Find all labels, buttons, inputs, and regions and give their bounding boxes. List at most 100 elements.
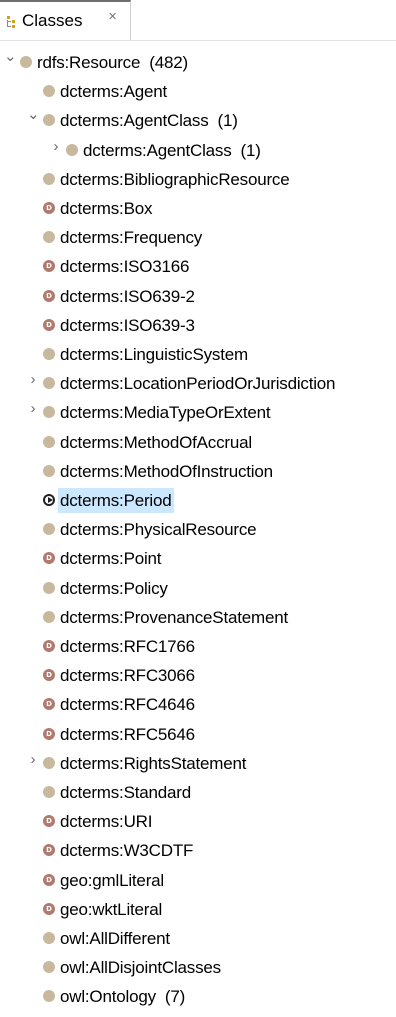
class-icon	[43, 581, 55, 594]
datatype-icon: D	[43, 727, 55, 740]
tree-item[interactable]: Ddcterms:ISO639-2	[0, 282, 396, 311]
classes-hierarchy-icon	[7, 16, 15, 28]
tree-item-label: dcterms:Point	[60, 549, 162, 569]
tree-item[interactable]: dcterms:Frequency	[0, 223, 396, 252]
tree-item[interactable]: ⌄ dcterms:AgentClass (1)	[0, 106, 396, 135]
chevron-down-icon[interactable]: ⌄	[27, 107, 40, 122]
tree-item-label: dcterms:ISO639-3	[60, 315, 195, 335]
tree-item-label: dcterms:Policy	[60, 578, 168, 598]
chevron-right-icon[interactable]: ›	[27, 372, 39, 387]
tree-item-label: rdfs:Resource (482)	[37, 53, 188, 72]
tree-item-label: dcterms:LinguisticSystem	[60, 345, 248, 364]
tree-item-label: owl:AllDisjointClasses	[60, 958, 221, 978]
datatype-icon: D	[43, 260, 55, 273]
tree-item[interactable]: owl:AllDifferent	[0, 924, 396, 953]
tree-item-label: dcterms:MethodOfInstruction	[60, 461, 273, 481]
chevron-right-icon[interactable]: ›	[27, 752, 39, 767]
tree-item[interactable]: Ddcterms:ISO639-3	[0, 311, 396, 340]
class-icon	[43, 406, 55, 419]
tree-item[interactable]: Ddcterms:RFC4646	[0, 690, 396, 719]
tree-item-label: dcterms:BibliographicResource	[60, 169, 290, 189]
tree-item[interactable]: Ddcterms:RFC3066	[0, 661, 396, 690]
class-icon	[43, 85, 55, 98]
datatype-icon: D	[43, 902, 55, 915]
datatype-icon: D	[43, 815, 55, 828]
tree-item-label: dcterms:Box	[60, 199, 153, 218]
tree-item[interactable]: › dcterms:RightsStatement	[0, 749, 396, 778]
tree-item-label: dcterms:Frequency	[60, 228, 203, 248]
tree-item[interactable]: owl:AllDisjointClasses	[0, 953, 396, 982]
tree-item[interactable]: Dgeo:wktLiteral	[0, 895, 396, 924]
tree-item[interactable]: Dgeo:gmlLiteral	[0, 866, 396, 895]
tree-item-label: dcterms:MethodOfAccrual	[60, 432, 252, 452]
tree-item[interactable]: Ddcterms:RFC5646	[0, 720, 396, 749]
chevron-right-icon[interactable]: ›	[27, 401, 39, 416]
datatype-icon: D	[43, 844, 55, 857]
class-icon	[43, 756, 55, 769]
class-icon	[43, 932, 55, 944]
tree-item-label: dcterms:ProvenanceStatement	[60, 607, 288, 627]
tab-title: Classes	[22, 11, 83, 30]
selected-class-icon	[43, 494, 55, 506]
datatype-icon: D	[43, 698, 55, 711]
tree-item[interactable]: › dcterms:LocationPeriodOrJurisdiction	[0, 369, 396, 398]
tree-item[interactable]: ⌄ rdfs:Resource (482)	[0, 48, 396, 77]
tree-item[interactable]: dcterms:Period	[0, 486, 396, 515]
tree-item-label: owl:Ontology (7)	[60, 987, 186, 1007]
datatype-icon: D	[43, 202, 55, 214]
class-icon	[43, 435, 55, 448]
tree-item[interactable]: dcterms:PhysicalResource	[0, 515, 396, 544]
class-icon	[43, 610, 55, 623]
tree-item[interactable]: Ddcterms:ISO3166	[0, 252, 396, 281]
tree-item-label: dcterms:AgentClass (1)	[83, 140, 261, 160]
tree-item-label: geo:wktLiteral	[60, 899, 163, 919]
tree-item[interactable]: › dcterms:MediaTypeOrExtent	[0, 398, 396, 427]
tree-item[interactable]: dcterms:MethodOfAccrual	[0, 428, 396, 457]
tree-item-label: dcterms:PhysicalResource	[60, 520, 257, 540]
tree-item[interactable]: Ddcterms:W3CDTF	[0, 836, 396, 865]
class-icon	[43, 114, 55, 127]
tree-item[interactable]: Ddcterms:RFC1766	[0, 632, 396, 661]
datatype-icon: D	[43, 669, 55, 682]
tree-item-label: dcterms:W3CDTF	[60, 841, 194, 861]
tree-item[interactable]: Ddcterms:Point	[0, 544, 396, 573]
tree-item-label: dcterms:ISO639-2	[60, 286, 195, 306]
class-icon	[43, 961, 55, 974]
tree-item[interactable]: › dcterms:AgentClass (1)	[0, 136, 396, 165]
tree-item-label: dcterms:RFC5646	[60, 724, 195, 744]
tree-item[interactable]: dcterms:Policy	[0, 574, 396, 603]
tree-item-label: dcterms:RFC3066	[60, 666, 195, 686]
tree-item[interactable]: owl:Ontology (7)	[0, 982, 396, 1011]
datatype-icon: D	[43, 289, 55, 302]
tree-item[interactable]: dcterms:LinguisticSystem	[0, 340, 396, 369]
class-icon	[43, 377, 55, 390]
tree-item[interactable]: dcterms:ProvenanceStatement	[0, 603, 396, 632]
tree-item-label: owl:AllDifferent	[60, 929, 170, 948]
tree-item-label: dcterms:Period	[58, 488, 174, 513]
close-icon[interactable]: ✕	[108, 10, 117, 24]
chevron-down-icon[interactable]: ⌄	[4, 49, 17, 64]
tab-classes[interactable]: Classes ✕	[0, 0, 131, 40]
class-icon	[43, 464, 55, 477]
tree-item[interactable]: dcterms:Agent	[0, 77, 396, 106]
class-icon	[43, 990, 55, 1003]
tree-item-label: dcterms:RightsStatement	[60, 753, 247, 773]
tree-item[interactable]: dcterms:MethodOfInstruction	[0, 457, 396, 486]
tree-item-label: dcterms:URI	[60, 812, 153, 832]
class-icon	[20, 56, 32, 68]
view-header: Classes ✕	[0, 0, 396, 41]
tree-item[interactable]: Ddcterms:Box	[0, 194, 396, 223]
tree-item-label: dcterms:Agent	[60, 82, 168, 102]
datatype-icon: D	[43, 318, 55, 331]
tree-item-label: dcterms:ISO3166	[60, 257, 190, 277]
class-icon	[43, 172, 55, 185]
tree-item-label: geo:gmlLiteral	[60, 870, 164, 890]
datatype-icon: D	[43, 640, 55, 652]
class-icon	[43, 523, 55, 536]
tree-item[interactable]: dcterms:BibliographicResource	[0, 165, 396, 194]
class-icon	[43, 231, 55, 244]
chevron-right-icon[interactable]: ›	[50, 139, 62, 154]
tree-item[interactable]: dcterms:Standard	[0, 778, 396, 807]
tree-item-label: dcterms:LocationPeriodOrJurisdiction	[60, 374, 336, 394]
tree-item[interactable]: Ddcterms:URI	[0, 807, 396, 836]
